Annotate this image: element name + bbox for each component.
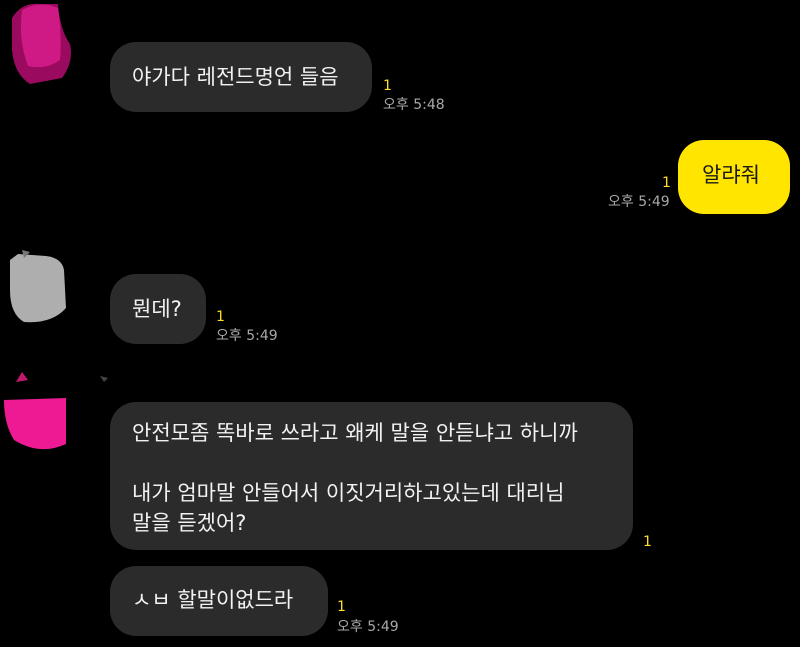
unread-count: 1: [383, 78, 392, 94]
sender-avatar[interactable]: [0, 0, 110, 90]
message-text: 알랴줘: [702, 163, 760, 187]
message-bubble[interactable]: 뭔데?: [110, 274, 206, 344]
unread-count: 1: [662, 175, 671, 191]
message-text-line: 내가 엄마말 안들어서 이짓거리하고있는데 대리님: [132, 481, 565, 505]
avatar-image: [12, 3, 71, 84]
avatar-image: [4, 372, 108, 450]
message-timestamp: 오후 5:49: [216, 328, 278, 344]
message-text: 뭔데?: [132, 297, 182, 321]
unread-count: 1: [337, 599, 346, 615]
unread-count: 1: [643, 534, 652, 550]
sent-message-bubble[interactable]: 알랴줘: [678, 140, 790, 214]
message-timestamp: 오후 5:48: [383, 97, 445, 113]
sender-avatar[interactable]: [0, 370, 110, 460]
unread-count: 1: [216, 309, 225, 325]
message-timestamp: 오후 5:49: [608, 194, 670, 210]
message-text: ㅅㅂ 할말이없드라: [132, 588, 294, 612]
message-text: 야가다 레전드명언 들음: [132, 65, 339, 89]
message-bubble[interactable]: 안전모좀 똑바로 쓰라고 왜케 말을 안듣냐고 하니까 내가 엄마말 안들어서 …: [110, 402, 633, 550]
message-timestamp: 오후 5:49: [337, 619, 399, 635]
message-bubble[interactable]: 야가다 레전드명언 들음: [110, 42, 372, 112]
sender-avatar[interactable]: [0, 250, 110, 330]
avatar-image: [10, 250, 66, 323]
message-text-line: 안전모좀 똑바로 쓰라고 왜케 말을 안듣냐고 하니까: [132, 421, 578, 445]
message-bubble[interactable]: ㅅㅂ 할말이없드라: [110, 566, 328, 636]
message-text-line: 말을 듣겠어?: [132, 511, 247, 535]
